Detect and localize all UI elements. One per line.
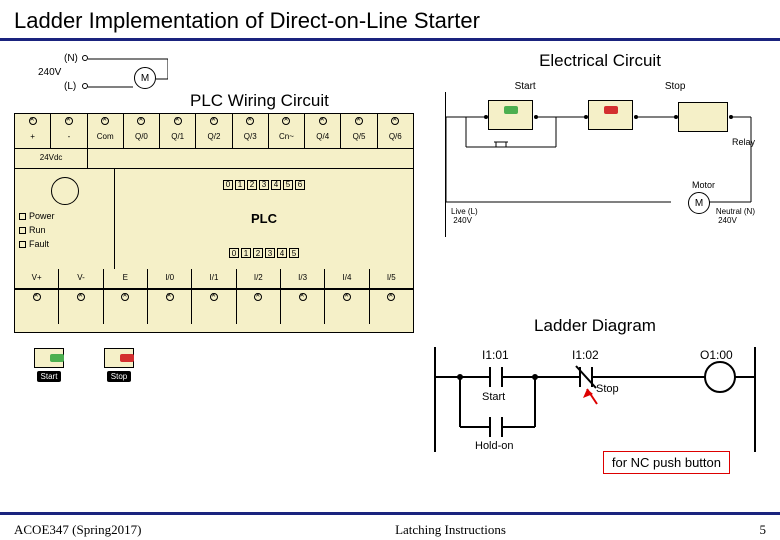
ladder-svg: I1:01 I1:02 O1:00 Start Stop Hold-on xyxy=(420,342,770,457)
label-i5: I/5 xyxy=(370,269,413,288)
start-rung-label: Start xyxy=(482,391,505,403)
footer-right: 5 xyxy=(760,522,767,538)
supply-24v-label: 24Vdc xyxy=(15,149,88,168)
supply-l-label: (L) xyxy=(64,81,76,92)
o1-label: O1:00 xyxy=(700,348,733,362)
supply-label-row: 24Vdc xyxy=(15,149,413,169)
motor-m-symbol: M xyxy=(688,192,710,214)
terminal-q1: Q/1 xyxy=(160,114,196,148)
plc-center-panel: 0123456 PLC 012345 xyxy=(115,169,413,269)
slide-title: Ladder Implementation of Direct-on-Line … xyxy=(0,0,780,41)
terminal-q3: Q/3 xyxy=(233,114,269,148)
motor-label: Motor xyxy=(692,180,715,190)
footer: ACOE347 (Spring2017) Latching Instructio… xyxy=(0,512,780,540)
input-indicator-row: 012345 xyxy=(229,248,299,258)
connector-icon xyxy=(51,177,79,205)
plc-body: + - Com Q/0 Q/1 Q/2 Q/3 Cn~ Q/4 Q/5 Q/6 … xyxy=(14,113,414,333)
stop-button-block xyxy=(588,100,633,130)
terminal-q5: Q/5 xyxy=(341,114,377,148)
label-i3: I/3 xyxy=(281,269,325,288)
stop-label: Stop xyxy=(665,81,686,92)
terminal-com: Com xyxy=(88,114,124,148)
neutral-label: Neutral (N) 240V xyxy=(716,207,755,225)
plc-name-label: PLC xyxy=(251,211,277,226)
terminal-q0: Q/0 xyxy=(124,114,160,148)
plc-wiring-circuit: (N) 240V (L) M + - Com Q/0 Q/1 Q/2 Q/3 C… xyxy=(14,53,414,333)
output-indicator-row: 0123456 xyxy=(223,180,305,190)
terminal-minus: - xyxy=(51,114,87,148)
input-pushbuttons: Start Stop xyxy=(34,348,134,382)
electrical-title: Electrical Circuit xyxy=(440,51,760,71)
fault-led-row: Fault xyxy=(19,239,110,249)
label-i2: I/2 xyxy=(237,269,281,288)
relay-label: Relay xyxy=(732,137,755,147)
plc-status-panel: Power Run Fault xyxy=(15,169,115,269)
top-terminal-row: + - Com Q/0 Q/1 Q/2 Q/3 Cn~ Q/4 Q/5 Q/6 xyxy=(15,114,413,149)
stop-pushbutton: Stop xyxy=(104,348,134,382)
label-i0: I/0 xyxy=(148,269,192,288)
ladder-title: Ladder Diagram xyxy=(420,316,770,336)
holdon-label: Hold-on xyxy=(475,440,514,452)
start-pushbutton: Start xyxy=(34,348,64,382)
stop-rung-label: Stop xyxy=(596,383,619,395)
terminal-plus: + xyxy=(15,114,51,148)
content-area: PLC Wiring Circuit (N) 240V (L) M + - Co… xyxy=(0,41,780,501)
live-label: Live (L) 240V xyxy=(451,207,478,225)
supply-n-label: (N) xyxy=(64,53,78,64)
start-label: Start xyxy=(515,81,536,92)
label-vplus: V+ xyxy=(15,269,59,288)
i1-label: I1:01 xyxy=(482,348,509,362)
supply-voltage-label: 240V xyxy=(38,67,61,78)
label-i4: I/4 xyxy=(325,269,369,288)
electrical-circuit: Electrical Circuit Start Stop xyxy=(440,51,760,237)
terminal-q2: Q/2 xyxy=(196,114,232,148)
label-vminus: V- xyxy=(59,269,103,288)
input-label-row: V+ V- E I/0 I/1 I/2 I/3 I/4 I/5 xyxy=(15,269,413,289)
label-e: E xyxy=(104,269,148,288)
footer-center: Latching Instructions xyxy=(395,522,506,538)
supply-wires xyxy=(88,57,168,95)
circuit-diagram: Relay Motor M Live (L) 240V Neutral (N) … xyxy=(445,92,755,237)
nc-note: for NC push button xyxy=(603,451,730,474)
relay-block xyxy=(678,102,728,132)
run-led-row: Run xyxy=(19,225,110,235)
bottom-terminal-row xyxy=(15,289,413,324)
label-i1: I/1 xyxy=(192,269,236,288)
ladder-diagram: Ladder Diagram I1:01 I1:02 xyxy=(420,316,770,462)
terminal-q6: Q/6 xyxy=(378,114,413,148)
terminal-cn: Cn~ xyxy=(269,114,305,148)
power-led-row: Power xyxy=(19,211,110,221)
start-button-block xyxy=(488,100,533,130)
i2-label: I1:02 xyxy=(572,348,599,362)
terminal-q4: Q/4 xyxy=(305,114,341,148)
footer-left: ACOE347 (Spring2017) xyxy=(14,522,141,538)
